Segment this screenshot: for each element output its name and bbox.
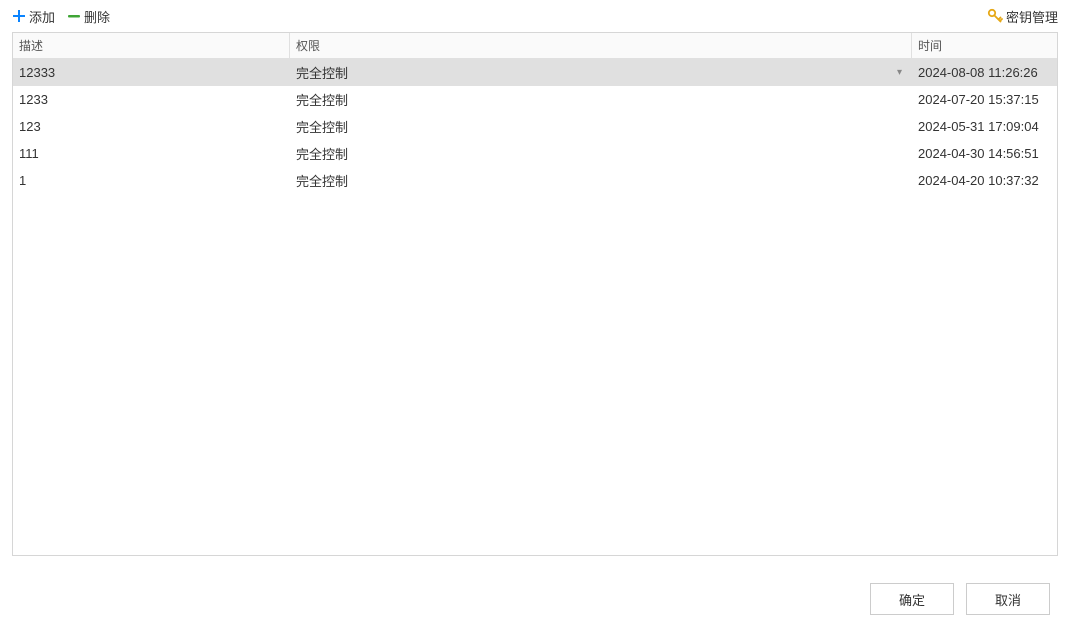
delete-button[interactable]: 删除 <box>67 7 110 26</box>
cell-description: 111 <box>13 140 290 166</box>
permission-text: 完全控制 <box>296 63 348 82</box>
table-row[interactable]: 12333 完全控制 ▾ 2024-08-08 11:26:26 <box>13 59 1057 86</box>
header-description[interactable]: 描述 <box>13 33 290 58</box>
plus-icon <box>12 9 26 23</box>
table-row[interactable]: 1233 完全控制 2024-07-20 15:37:15 <box>13 86 1057 113</box>
table-container: 描述 权限 时间 12333完全控制▾2024-08-08 11:26:2612… <box>12 32 1058 556</box>
table-body: 12333 完全控制 ▾ 2024-08-08 11:26:26 1233 完全控制 202… <box>13 59 1057 194</box>
table-row[interactable]: 123 完全控制 2024-05-31 17:09:04 <box>13 113 1057 140</box>
permission-text: 完全控制 <box>296 144 348 163</box>
key-management-button[interactable]: 密钥管理 <box>987 7 1058 26</box>
permission-text: 完全控制 <box>296 90 348 109</box>
header-time[interactable]: 时间 <box>912 33 1057 58</box>
cell-time: 2024-04-20 10:37:32 <box>912 167 1057 193</box>
cell-permission[interactable]: 完全控制 ▾ <box>290 59 912 85</box>
ok-button[interactable]: 确定 <box>870 583 954 615</box>
cell-permission: 完全控制 <box>290 86 912 112</box>
cell-description: 1233 <box>13 86 290 112</box>
permission-text: 完全控制 <box>296 171 348 190</box>
add-button[interactable]: 添加 <box>12 7 55 26</box>
add-label: 添加 <box>29 7 55 26</box>
cell-time: 2024-07-20 15:37:15 <box>912 86 1057 112</box>
cell-permission: 完全控制 <box>290 140 912 166</box>
table-row[interactable]: 1 完全控制 2024-04-20 10:37:32 <box>13 167 1057 194</box>
cell-time: 2024-04-30 14:56:51 <box>912 140 1057 166</box>
footer: 确定 取消 <box>850 571 1070 627</box>
table-row[interactable]: 111 完全控制 2024-04-30 14:56:51 <box>13 140 1057 167</box>
chevron-down-icon[interactable]: ▾ <box>897 67 902 78</box>
header-permission[interactable]: 权限 <box>290 33 912 58</box>
cell-permission: 完全控制 <box>290 113 912 139</box>
cancel-button[interactable]: 取消 <box>966 583 1050 615</box>
toolbar-right: 密钥管理 <box>987 7 1058 26</box>
table-header: 描述 权限 时间 <box>13 33 1057 59</box>
cell-description: 12333 <box>13 59 290 85</box>
delete-label: 删除 <box>84 7 110 26</box>
minus-icon <box>67 9 81 23</box>
cell-description: 1 <box>13 167 290 193</box>
cell-permission: 完全控制 <box>290 167 912 193</box>
key-management-label: 密钥管理 <box>1006 7 1058 26</box>
permission-text: 完全控制 <box>296 117 348 136</box>
key-icon <box>987 8 1003 24</box>
cell-time: 2024-05-31 17:09:04 <box>912 113 1057 139</box>
toolbar: 添加 删除 密钥管理 <box>0 0 1070 32</box>
toolbar-left: 添加 删除 <box>12 7 110 26</box>
cell-description: 123 <box>13 113 290 139</box>
cell-time: 2024-08-08 11:26:26 <box>912 59 1057 85</box>
